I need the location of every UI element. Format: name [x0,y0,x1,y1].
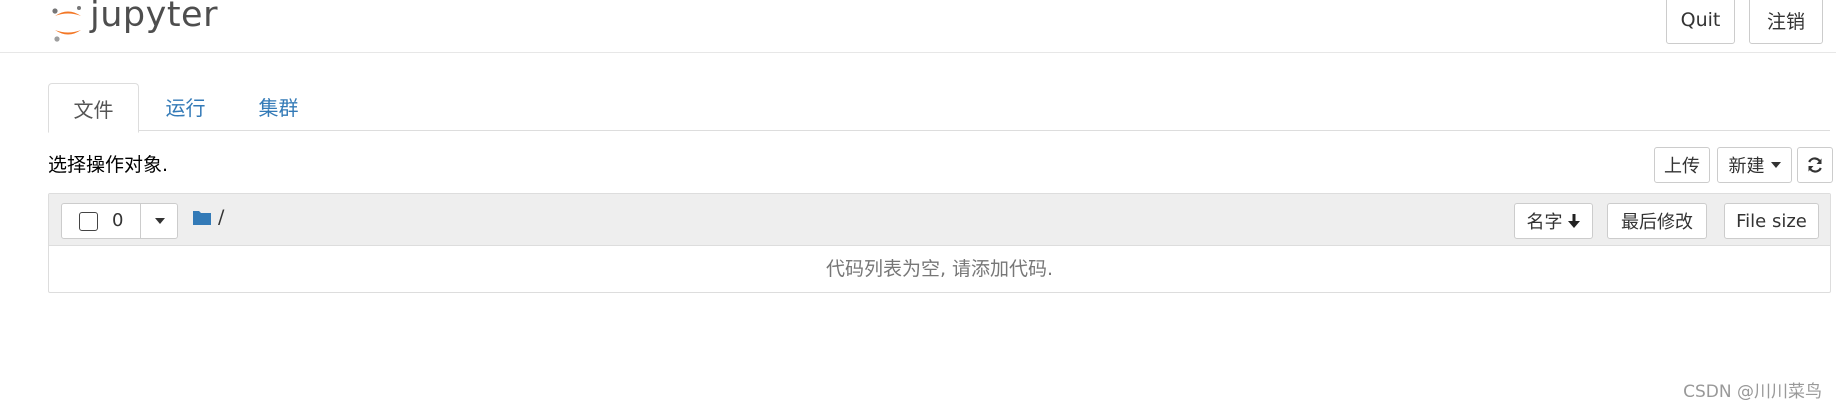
refresh-button[interactable] [1797,147,1833,183]
caret-down-icon [1770,162,1781,168]
upload-button[interactable]: 上传 [1654,147,1710,183]
sort-by-last-modified-button[interactable]: 最后修改 [1607,203,1707,239]
logo-text: jupyter [90,0,218,35]
tab-files[interactable]: 文件 [48,83,139,133]
sort-name-label: 名字 [1526,212,1563,233]
selected-count: 0 [112,210,124,231]
sort-by-name-button[interactable]: 名字 [1514,203,1593,239]
caret-down-icon [154,218,165,224]
arrow-down-icon [1567,214,1580,228]
watermark: CSDN @川川菜鸟 [1683,382,1822,402]
tab-clusters[interactable]: 集群 [241,83,316,130]
tab-bar: 文件 运行 集群 [48,83,1830,133]
selection-hint: 选择操作对象. [48,154,169,176]
breadcrumb-root-link[interactable]: / [218,206,224,228]
select-dropdown-button[interactable] [140,204,178,238]
new-dropdown-button[interactable]: 新建 [1717,147,1792,183]
jupyter-logo-icon [52,6,81,42]
top-header: jupyter Quit 注销 [0,0,1836,53]
empty-list-message: 代码列表为空, 请添加代码. [825,258,1054,280]
refresh-icon [1808,157,1822,173]
file-list-panel: 0 / 名字 最后修改 File size 代码列表为空, 请添加代码. [48,193,1831,293]
new-button-label: 新建 [1728,156,1765,177]
breadcrumb: / [192,206,224,228]
file-list-header: 0 / 名字 最后修改 File size [49,194,1830,246]
select-all-checkbox[interactable] [79,212,98,231]
tab-running[interactable]: 运行 [148,83,223,130]
jupyter-logo[interactable]: jupyter [52,0,218,46]
sort-by-file-size-button[interactable]: File size [1724,203,1819,239]
select-all-control: 0 [61,203,178,239]
logout-button[interactable]: 注销 [1749,0,1823,44]
quit-button[interactable]: Quit [1666,0,1735,44]
folder-icon[interactable] [192,209,212,226]
